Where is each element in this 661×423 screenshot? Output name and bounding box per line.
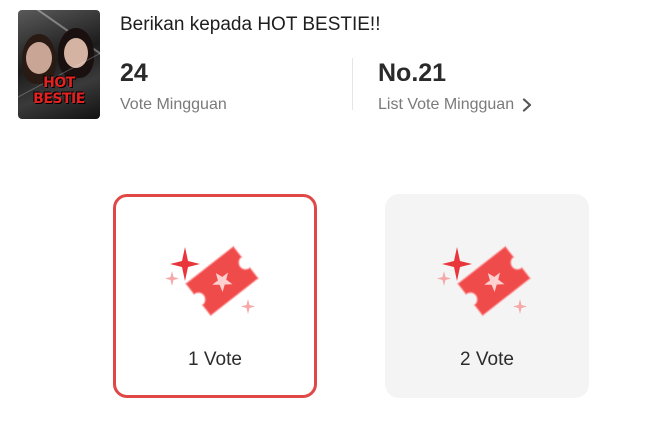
weekly-votes-count: 24 <box>120 59 148 87</box>
vote-option-1[interactable]: 1 Vote <box>113 194 317 398</box>
sparkle-icon <box>165 271 179 286</box>
stats-divider <box>352 58 353 110</box>
weekly-rank-stat[interactable]: No.21 List Vote Mingguan <box>378 58 534 114</box>
cover-figure-right-face <box>64 38 88 68</box>
cover-figure-left-face <box>26 42 52 74</box>
book-cover[interactable]: HOT BESTIE <box>18 10 100 119</box>
weekly-rank-label: List Vote Mingguan <box>378 96 515 113</box>
ticket-icon <box>165 245 260 317</box>
sparkle-icon <box>513 299 527 314</box>
sparkle-icon <box>241 299 255 314</box>
weekly-rank-link[interactable]: List Vote Mingguan <box>378 96 534 114</box>
sparkle-icon <box>437 271 451 286</box>
weekly-votes-stat: 24 Vote Mingguan <box>120 58 227 114</box>
weekly-votes-label: Vote Mingguan <box>120 96 227 113</box>
vote-option-label: 2 Vote <box>460 349 514 370</box>
cover-title-art: HOT BESTIE <box>33 75 85 107</box>
vote-option-2[interactable]: 2 Vote <box>385 194 589 398</box>
ticket-icon <box>437 245 532 317</box>
gift-title: Berikan kepada HOT BESTIE!! <box>120 14 381 35</box>
chevron-right-icon <box>522 98 532 112</box>
vote-option-label: 1 Vote <box>188 349 242 370</box>
weekly-rank-value: No.21 <box>378 59 447 87</box>
